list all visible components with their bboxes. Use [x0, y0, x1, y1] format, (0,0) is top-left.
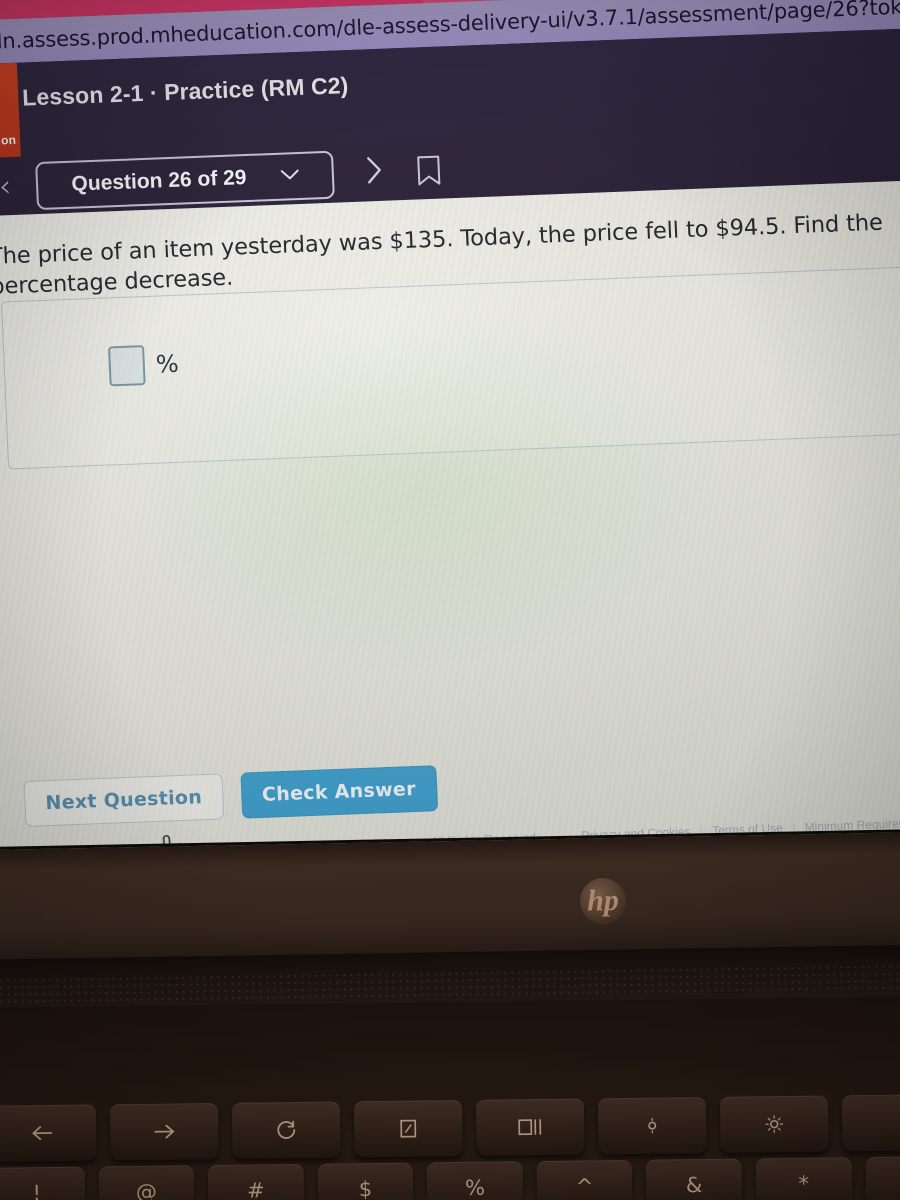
brightness-up-key[interactable]: [719, 1095, 829, 1153]
key-paren-9[interactable]: (: [865, 1155, 900, 1200]
assessment-page: The price of an item yesterday was $135.…: [0, 178, 900, 880]
next-question-button[interactable]: Next Question: [23, 773, 225, 827]
forward-arrow-key[interactable]: [109, 1102, 219, 1161]
window-overview-key[interactable]: [475, 1098, 585, 1156]
number-key-row: ! @ # $ % ^ & * (: [0, 1155, 900, 1200]
hp-logo: hp: [579, 877, 627, 925]
key-asterisk-8[interactable]: *: [755, 1157, 852, 1200]
brightness-down-key[interactable]: [597, 1096, 707, 1155]
action-buttons: Next Question Check Answer: [23, 765, 438, 827]
answer-input[interactable]: [108, 345, 146, 387]
next-question-icon[interactable]: [351, 154, 399, 192]
back-arrow-key[interactable]: [0, 1104, 97, 1162]
previous-question-icon[interactable]: ‹: [0, 169, 29, 204]
bookmark-icon[interactable]: [415, 155, 442, 188]
check-answer-button[interactable]: Check Answer: [240, 765, 438, 819]
answer-panel: %: [1, 265, 900, 470]
key-percent-5[interactable]: %: [426, 1161, 524, 1200]
question-selector-dropdown[interactable]: Question 26 of 29: [35, 150, 335, 211]
answer-row: %: [108, 344, 179, 387]
mheducation-logo: ion: [0, 62, 21, 160]
question-selector-label: Question 26 of 29: [71, 166, 247, 196]
key-caret-6[interactable]: ^: [536, 1159, 633, 1200]
key-hash-3[interactable]: #: [207, 1163, 305, 1200]
key-dollar-4[interactable]: $: [317, 1162, 414, 1200]
fullscreen-key[interactable]: [353, 1099, 463, 1158]
lesson-title: Lesson 2-1 · Practice (RM C2): [21, 72, 349, 111]
reload-key[interactable]: [231, 1101, 341, 1159]
key-ampersand-7[interactable]: &: [646, 1158, 743, 1200]
laptop-photo: × M Question 26 - Lesson 2- × S Read 180…: [0, 0, 900, 1200]
chevron-down-icon[interactable]: [280, 167, 299, 186]
laptop-keyboard-deck: ! @ # $ % ^ & * (: [0, 995, 900, 1200]
laptop-screen: × M Question 26 - Lesson 2- × S Read 180…: [0, 0, 900, 880]
percent-unit-label: %: [155, 349, 180, 379]
key-exclamation-1[interactable]: !: [0, 1166, 85, 1200]
function-key-row: [0, 1094, 900, 1162]
key-at-2[interactable]: @: [98, 1165, 195, 1200]
mute-key[interactable]: [841, 1094, 900, 1152]
